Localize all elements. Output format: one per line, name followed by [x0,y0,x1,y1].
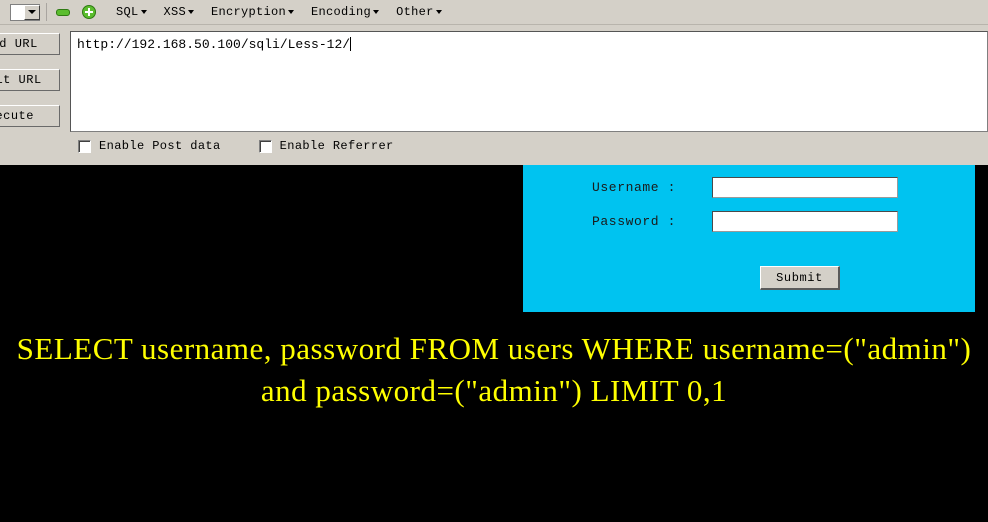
split-url-button[interactable]: Split URL [0,69,60,91]
checkbox-box[interactable] [78,139,91,153]
chevron-down-icon [140,9,147,14]
hackbar-panel: SQL XSS Encryption Encoding Other Load U… [0,0,988,165]
chevron-down-icon[interactable] [24,4,40,20]
toolbar-menu-strip: SQL XSS Encryption Encoding Other [0,0,988,25]
enable-referrer-checkbox[interactable]: Enable Referrer [258,139,394,153]
menu-xss[interactable]: XSS [164,5,195,19]
checkbox-box[interactable] [258,139,272,153]
chevron-down-icon [188,9,195,14]
load-url-button[interactable]: Load URL [0,33,60,55]
remove-icon[interactable] [53,2,73,22]
password-row: Password : [592,211,898,232]
username-label: Username : [592,180,677,195]
enable-post-data-checkbox[interactable]: Enable Post data [78,139,221,153]
password-label: Password : [592,214,677,229]
add-icon[interactable] [79,2,99,22]
menu-encryption-label: Encryption [211,5,287,19]
menu-xss-label: XSS [163,5,187,19]
menu-sql-label: SQL [116,5,139,19]
page-content: Username : Password : Submit SELECT user… [0,165,988,522]
enable-referrer-label: Enable Referrer [279,139,394,153]
menu-other-label: Other [396,5,434,19]
username-input[interactable] [712,177,898,198]
menu-encryption[interactable]: Encryption [211,5,295,19]
menu-encoding[interactable]: Encoding [311,5,380,19]
chevron-down-icon [288,9,295,14]
menu-sql[interactable]: SQL [116,5,147,19]
url-input-value: http://192.168.50.100/sqli/Less-12/ [77,37,351,52]
execute-button[interactable]: Execute [0,105,60,127]
url-input[interactable]: http://192.168.50.100/sqli/Less-12/ [70,31,988,132]
menu-encoding-label: Encoding [311,5,372,19]
menu-other[interactable]: Other [396,5,442,19]
sql-query-echo: SELECT username, password FROM users WHE… [16,331,980,408]
username-row: Username : [592,177,898,198]
enable-post-data-label: Enable Post data [99,139,221,153]
profile-select[interactable] [10,3,40,21]
chevron-down-icon [435,9,442,14]
text-cursor [350,37,352,51]
password-input[interactable] [712,211,898,232]
login-form: Username : Password : Submit [523,165,975,312]
submit-button[interactable]: Submit [760,266,840,290]
toolbar-options-row: Enable Post data Enable Referrer [78,139,432,153]
chevron-down-icon [373,9,380,14]
toolbar-divider [46,3,47,21]
